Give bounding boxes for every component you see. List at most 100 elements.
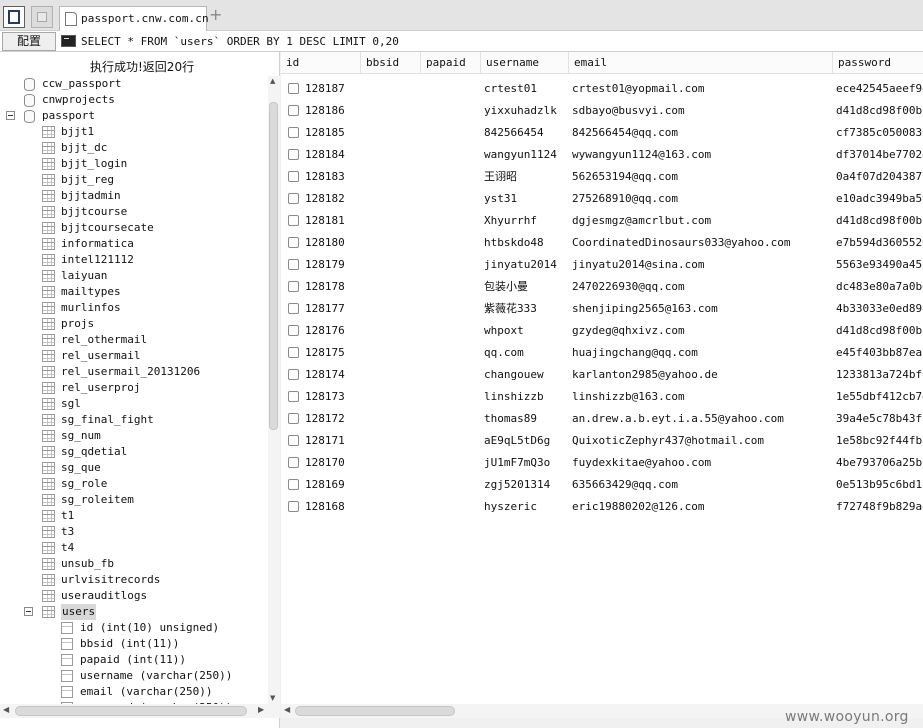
table-row[interactable]: 128186 yixxuhadzlk sdbayo@busvyi.com d41d8c…	[281, 100, 923, 122]
tree-node-table[interactable]: sgl	[0, 396, 266, 412]
row-checkbox[interactable]	[288, 171, 299, 182]
cell-username[interactable]: zgj5201314	[484, 474, 566, 496]
cell-papaid[interactable]	[426, 166, 480, 188]
table-row[interactable]: 128168 hyszeric eric19880202@126.com f72748…	[281, 496, 923, 518]
cell-password[interactable]: 0e513b95c6bd1c4	[836, 474, 923, 496]
cell-bbsid[interactable]	[366, 122, 420, 144]
tree-node-column[interactable]: papaid (int(11))	[0, 652, 266, 668]
tree-node-table[interactable]: rel_userproj	[0, 380, 266, 396]
cell-username[interactable]: 包装小曼	[484, 276, 566, 298]
cell-password[interactable]: 1233813a724bf6e	[836, 364, 923, 386]
cell-email[interactable]: karlanton2985@yahoo.de	[572, 364, 830, 386]
tree-node-table[interactable]: bjjt_dc	[0, 140, 266, 156]
scroll-thumb[interactable]	[15, 706, 247, 716]
cell-bbsid[interactable]	[366, 254, 420, 276]
tree-node-table[interactable]: bjjtadmin	[0, 188, 266, 204]
table-row[interactable]: 128177 紫薇花333 shenjiping2565@163.com 4b3303…	[281, 298, 923, 320]
cell-email[interactable]: sdbayo@busvyi.com	[572, 100, 830, 122]
cell-username[interactable]: 王诩昭	[484, 166, 566, 188]
cell-papaid[interactable]	[426, 430, 480, 452]
scroll-down-icon[interactable]: ▼	[270, 694, 275, 702]
tree-node-column[interactable]: username (varchar(250))	[0, 668, 266, 684]
tree-node-table[interactable]: sg_final_fight	[0, 412, 266, 428]
cell-password[interactable]: e7b594d3605520f	[836, 232, 923, 254]
cell-papaid[interactable]	[426, 276, 480, 298]
cell-email[interactable]: 2470226930@qq.com	[572, 276, 830, 298]
cell-papaid[interactable]	[426, 320, 480, 342]
cell-bbsid[interactable]	[366, 166, 420, 188]
cell-password[interactable]: ece42545aeef946	[836, 78, 923, 100]
tree-node-column[interactable]: email (varchar(250))	[0, 684, 266, 700]
tree-node-table[interactable]: mailtypes	[0, 284, 266, 300]
cell-papaid[interactable]	[426, 496, 480, 518]
tree-node-column[interactable]: bbsid (int(11))	[0, 636, 266, 652]
tree-node-table[interactable]: unsub_fb	[0, 556, 266, 572]
cell-email[interactable]: wywangyun1124@163.com	[572, 144, 830, 166]
cell-email[interactable]: 275268910@qq.com	[572, 188, 830, 210]
table-row[interactable]: 128174 changouew karlanton2985@yahoo.de 123…	[281, 364, 923, 386]
config-button[interactable]: 配置	[2, 32, 56, 51]
table-row[interactable]: 128180 htbskdo48 CoordinatedDinosaurs033@y…	[281, 232, 923, 254]
cell-papaid[interactable]	[426, 122, 480, 144]
cell-email[interactable]: gzydeg@qhxivz.com	[572, 320, 830, 342]
cell-papaid[interactable]	[426, 100, 480, 122]
cell-password[interactable]: 5563e93490a45fc	[836, 254, 923, 276]
cell-bbsid[interactable]	[366, 320, 420, 342]
cell-password[interactable]: 1e55dbf412cb74c	[836, 386, 923, 408]
cell-bbsid[interactable]	[366, 232, 420, 254]
cell-bbsid[interactable]	[366, 78, 420, 100]
tree-node-table[interactable]: users	[0, 604, 266, 620]
cell-username[interactable]: changouew	[484, 364, 566, 386]
tree-node-table[interactable]: informatica	[0, 236, 266, 252]
tree-node-table[interactable]: rel_usermail_20131206	[0, 364, 266, 380]
sidebar-toggle-button[interactable]	[3, 6, 25, 28]
cell-papaid[interactable]	[426, 298, 480, 320]
scroll-thumb[interactable]	[295, 706, 455, 716]
row-checkbox[interactable]	[288, 215, 299, 226]
cell-username[interactable]: hyszeric	[484, 496, 566, 518]
column-header-email[interactable]: email	[568, 52, 832, 74]
row-checkbox[interactable]	[288, 127, 299, 138]
tree-node-table[interactable]: sg_roleitem	[0, 492, 266, 508]
cell-papaid[interactable]	[426, 364, 480, 386]
cell-password[interactable]: d41d8cd98f00b20	[836, 210, 923, 232]
scroll-thumb[interactable]	[269, 102, 278, 430]
tree-node-table[interactable]: t4	[0, 540, 266, 556]
cell-username[interactable]: jinyatu2014	[484, 254, 566, 276]
cell-email[interactable]: dgjesmgz@amcrlbut.com	[572, 210, 830, 232]
cell-password[interactable]: df37014be7702e4	[836, 144, 923, 166]
new-tab-button[interactable]: +	[209, 7, 222, 23]
cell-username[interactable]: wangyun1124	[484, 144, 566, 166]
row-checkbox[interactable]	[288, 501, 299, 512]
tree-node-db[interactable]: ccw_passport	[0, 76, 266, 92]
cell-bbsid[interactable]	[366, 474, 420, 496]
row-checkbox[interactable]	[288, 281, 299, 292]
table-row[interactable]: 128184 wangyun1124 wywangyun1124@163.com df…	[281, 144, 923, 166]
column-header-bbsid[interactable]: bbsid	[360, 52, 420, 74]
cell-username[interactable]: htbskdo48	[484, 232, 566, 254]
cell-username[interactable]: crtest01	[484, 78, 566, 100]
cell-password[interactable]: 4b33033e0ed8983	[836, 298, 923, 320]
column-header-username[interactable]: username	[480, 52, 568, 74]
tree-node-table[interactable]: laiyuan	[0, 268, 266, 284]
cell-email[interactable]: linshizzb@163.com	[572, 386, 830, 408]
cell-bbsid[interactable]	[366, 386, 420, 408]
tree-node-table[interactable]: bjjtcoursecate	[0, 220, 266, 236]
cell-email[interactable]: 562653194@qq.com	[572, 166, 830, 188]
scroll-left-icon[interactable]: ◀	[3, 705, 9, 714]
tree-node-column[interactable]: id (int(10) unsigned)	[0, 620, 266, 636]
table-row[interactable]: 128172 thomas89 an.drew.a.b.eyt.i.a.55@yah…	[281, 408, 923, 430]
tree-node-table[interactable]: bjjtcourse	[0, 204, 266, 220]
row-checkbox[interactable]	[288, 457, 299, 468]
cell-email[interactable]: an.drew.a.b.eyt.i.a.55@yahoo.com	[572, 408, 830, 430]
cell-bbsid[interactable]	[366, 210, 420, 232]
table-row[interactable]: 128170 jU1mF7mQ3o fuydexkitae@yahoo.com 4be…	[281, 452, 923, 474]
tab-connection[interactable]: passport.cnw.com.cn	[59, 6, 209, 31]
table-row[interactable]: 128187 crtest01 crtest01@yopmail.com ece425…	[281, 78, 923, 100]
cell-password[interactable]: dc483e80a7a0bd9	[836, 276, 923, 298]
cell-email[interactable]: fuydexkitae@yahoo.com	[572, 452, 830, 474]
tree-node-table[interactable]: userauditlogs	[0, 588, 266, 604]
collapse-toggle-icon[interactable]	[6, 111, 15, 120]
cell-username[interactable]: 紫薇花333	[484, 298, 566, 320]
cell-password[interactable]: e45f403bb87eaf6	[836, 342, 923, 364]
